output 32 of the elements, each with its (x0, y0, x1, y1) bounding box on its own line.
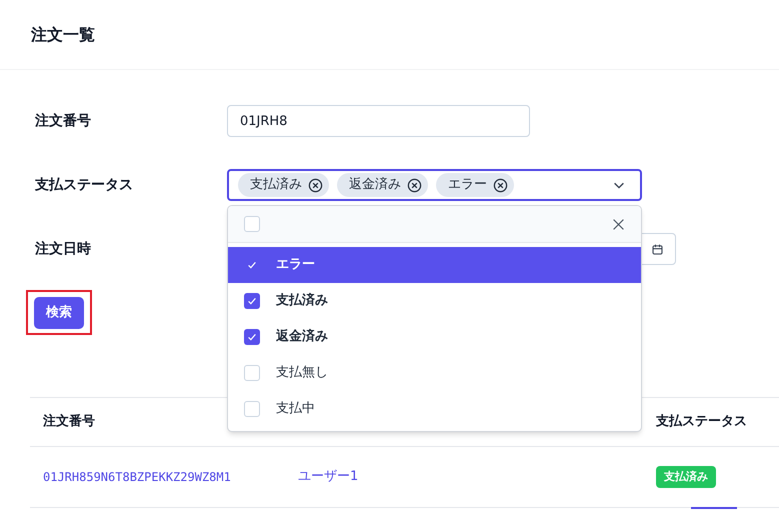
dropdown-option[interactable]: エラー (228, 247, 641, 283)
dropdown-option[interactable]: 支払済み (228, 283, 641, 319)
order-link[interactable]: 01JRH859N6T8BZPEKKZ29WZ8M1 (30, 468, 298, 486)
field-label: 支払ステータス (35, 176, 134, 194)
checkbox[interactable] (244, 329, 260, 345)
user-link[interactable]: ユーザー1 (298, 467, 656, 487)
tag-chip[interactable]: 支払済み (238, 173, 329, 197)
check-icon (246, 295, 258, 307)
search-button[interactable]: 検索 (34, 296, 84, 328)
calendar-icon[interactable] (651, 242, 664, 256)
checkbox[interactable] (244, 401, 260, 417)
remove-icon[interactable] (493, 178, 508, 192)
checkbox[interactable] (244, 293, 260, 309)
checkbox[interactable] (244, 216, 260, 232)
page-title: 注文一覧 (31, 24, 95, 46)
multi-select[interactable]: 支払済み 返金済み エラー (227, 169, 642, 201)
check-icon (246, 331, 258, 343)
dropdown-option[interactable]: 支払無し (228, 355, 641, 391)
close-icon[interactable] (612, 218, 625, 230)
field-label: 注文日時 (35, 240, 92, 258)
column-header: 注文番号 (42, 412, 96, 432)
status-badge: 支払済み (656, 466, 716, 488)
input-field[interactable]: 01JRH8 (227, 105, 530, 137)
field-label: 注文番号 (35, 112, 92, 130)
dropdown-option[interactable]: 返金済み (228, 319, 641, 355)
checkbox[interactable] (244, 365, 260, 381)
tag-chip[interactable]: 返金済み (337, 173, 428, 197)
remove-icon[interactable] (308, 178, 323, 192)
column-header: 支払ステータス (656, 413, 747, 432)
dropdown-option[interactable]: 支払中 (228, 391, 641, 427)
remove-icon[interactable] (407, 178, 422, 192)
tag-chip[interactable]: エラー (436, 173, 514, 197)
